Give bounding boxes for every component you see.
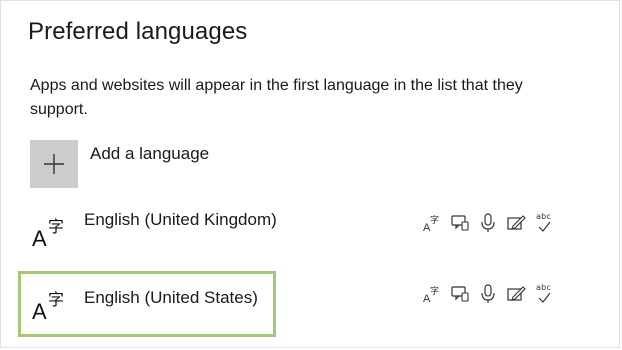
svg-text:字: 字 [430, 214, 439, 226]
language-name: English (United States) [84, 288, 258, 307]
language-icon: A 字 [32, 217, 64, 248]
add-language-button[interactable]: Add a language [30, 140, 209, 188]
svg-text:A: A [32, 226, 47, 248]
svg-text:字: 字 [48, 290, 64, 309]
handwriting-icon [507, 286, 526, 301]
add-language-label: Add a language [90, 144, 210, 163]
svg-text:A: A [32, 299, 47, 321]
language-features-en-gb: A 字 abc [422, 212, 554, 234]
microphone-icon [481, 284, 495, 303]
check-mark-icon [538, 292, 551, 303]
svg-text:字: 字 [48, 217, 64, 236]
language-features-en-us: A 字 abc [422, 283, 554, 305]
section-title: Preferred languages [28, 18, 248, 45]
language-item-en-us[interactable]: A 字 English (United States) [18, 271, 276, 337]
svg-text:字: 字 [430, 285, 439, 297]
plus-icon [44, 154, 64, 174]
language-item-en-gb[interactable]: A 字 English (United Kingdom) [18, 198, 277, 264]
language-icon: A 字 [32, 290, 64, 321]
section-description: Apps and websites will appear in the fir… [30, 77, 523, 118]
spell-check-icon: abc [534, 212, 554, 234]
check-mark-icon [538, 221, 551, 232]
display-language-icon: A 字 [423, 285, 439, 305]
display-language-icon: A 字 [423, 214, 439, 234]
microphone-icon [481, 213, 495, 232]
spell-check-icon: abc [534, 283, 554, 305]
language-name: English (United Kingdom) [84, 210, 277, 229]
handwriting-icon [507, 215, 526, 230]
speech-icon [451, 286, 469, 302]
speech-icon [451, 215, 469, 231]
add-language-icon-box[interactable] [30, 140, 78, 188]
